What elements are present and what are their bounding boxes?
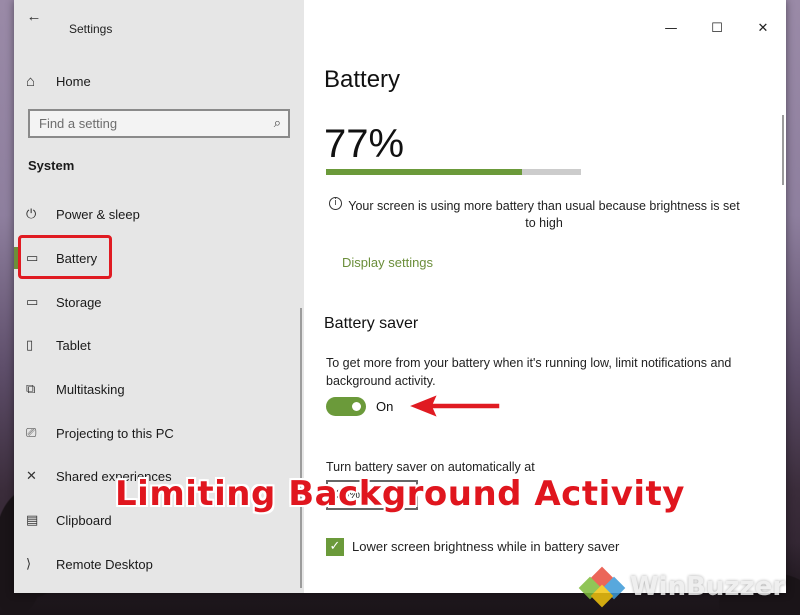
tablet-icon: ▯ bbox=[26, 337, 34, 353]
lower-brightness-checkbox[interactable]: ✓ bbox=[326, 538, 344, 556]
maximize-icon[interactable]: ☐ bbox=[694, 14, 740, 42]
search-input[interactable]: Find a setting ⌕ bbox=[28, 109, 290, 138]
window-controls: — ☐ ✕ bbox=[648, 14, 786, 42]
sidebar-item-remote-desktop[interactable]: ⟩ Remote Desktop bbox=[14, 543, 304, 585]
clipboard-icon: ▤ bbox=[26, 512, 39, 528]
home-icon: ⌂ bbox=[26, 72, 36, 90]
sidebar-item-projecting[interactable]: ⎚ Projecting to this PC bbox=[14, 412, 304, 454]
toggle-state-label: On bbox=[376, 399, 394, 414]
window-title: Settings bbox=[69, 22, 113, 36]
sidebar-item-label: Projecting to this PC bbox=[56, 425, 174, 441]
winbuzzer-logo-icon bbox=[578, 566, 626, 608]
sidebar-item-multitasking[interactable]: ⧉ Multitasking bbox=[14, 368, 304, 410]
brightness-warning: Your screen is using more battery than u… bbox=[348, 199, 740, 230]
multitasking-icon: ⧉ bbox=[26, 381, 36, 397]
watermark: WinBuzzer bbox=[578, 566, 786, 608]
red-arrow-annotation bbox=[405, 392, 501, 420]
battery-saver-toggle[interactable] bbox=[326, 397, 366, 416]
sidebar-item-label: Power & sleep bbox=[56, 206, 140, 222]
sidebar-item-label: Tablet bbox=[56, 337, 91, 353]
lower-brightness-label: Lower screen brightness while in battery… bbox=[352, 539, 620, 554]
battery-saver-description: To get more from your battery when it's … bbox=[326, 356, 732, 388]
auto-battery-saver-label: Turn battery saver on automatically at bbox=[326, 460, 535, 474]
section-title: System bbox=[28, 158, 75, 173]
search-placeholder: Find a setting bbox=[39, 116, 118, 131]
sidebar-item-label: Clipboard bbox=[56, 512, 112, 528]
main-scrollbar[interactable] bbox=[782, 115, 784, 185]
toggle-knob bbox=[352, 402, 361, 411]
sidebar-scrollbar[interactable] bbox=[300, 308, 302, 588]
power-icon: ⏻ bbox=[26, 206, 37, 222]
overlay-caption: Limiting Background Activity bbox=[115, 474, 685, 514]
sidebar-item-label: Multitasking bbox=[56, 381, 125, 397]
sidebar-item-power-sleep[interactable]: ⏻ Power & sleep bbox=[14, 193, 304, 235]
minimize-icon[interactable]: — bbox=[648, 14, 694, 42]
home-label: Home bbox=[56, 73, 91, 89]
display-settings-link[interactable]: Display settings bbox=[342, 255, 433, 270]
sidebar-item-label: Storage bbox=[56, 294, 102, 310]
sidebar-item-home[interactable]: ⌂ Home bbox=[26, 70, 91, 92]
info-icon: i bbox=[329, 197, 342, 210]
battery-level-bar bbox=[326, 169, 581, 175]
battery-level-fill bbox=[326, 169, 523, 175]
page-title: Battery bbox=[324, 66, 401, 93]
battery-highlight-box bbox=[18, 235, 112, 279]
sidebar-item-storage[interactable]: ▭ Storage bbox=[14, 281, 304, 323]
storage-icon: ▭ bbox=[26, 294, 39, 310]
battery-percent: 77% bbox=[324, 122, 405, 166]
watermark-text: WinBuzzer bbox=[630, 572, 786, 602]
sidebar-item-label: Remote Desktop bbox=[56, 556, 153, 572]
title-bar: ← Settings bbox=[14, 0, 304, 36]
sidebar-item-tablet[interactable]: ▯ Tablet bbox=[14, 324, 304, 366]
close-icon[interactable]: ✕ bbox=[740, 14, 786, 42]
back-arrow-icon[interactable]: ← bbox=[20, 8, 48, 26]
battery-saver-heading: Battery saver bbox=[324, 315, 419, 332]
remote-desktop-icon: ⟩ bbox=[26, 556, 32, 572]
projecting-icon: ⎚ bbox=[26, 425, 37, 441]
search-icon: ⌕ bbox=[273, 115, 281, 130]
